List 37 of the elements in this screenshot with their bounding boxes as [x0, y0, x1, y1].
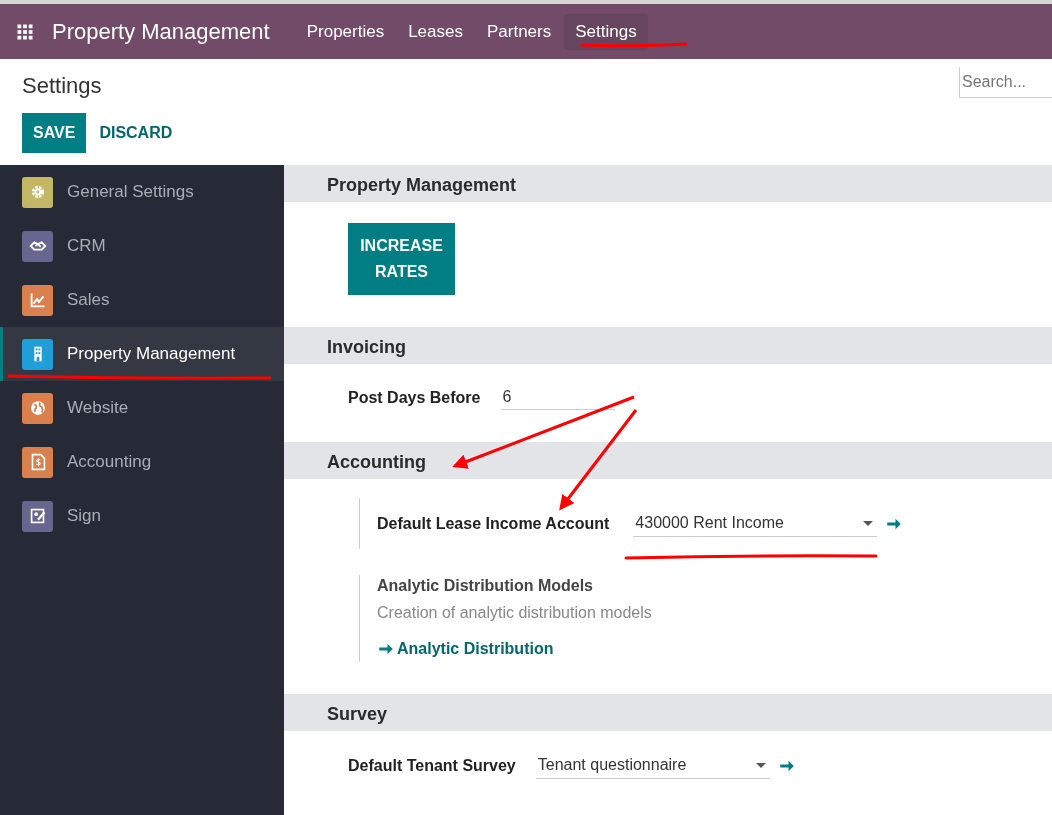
menu-item[interactable]: Properties — [295, 21, 396, 42]
sidebar-label: CRM — [67, 236, 106, 256]
section-header: Accounting — [284, 442, 1052, 479]
save-button[interactable]: SAVE — [22, 113, 87, 153]
sidebar-item[interactable]: Sign — [0, 489, 284, 543]
page-title: Settings — [22, 73, 103, 100]
section-header: Invoicing — [284, 327, 1052, 364]
app-name[interactable]: Property Management — [52, 18, 270, 45]
analytic-distribution-link[interactable]: Analytic Distribution — [377, 640, 554, 658]
dropdown-field[interactable]: 430000 Rent Income — [633, 510, 878, 537]
section-header: Survey — [284, 694, 1052, 731]
sidebar-item[interactable]: CRM — [0, 219, 284, 273]
setting-description: Creation of analytic distribution models — [377, 604, 652, 622]
sidebar-label: Sales — [67, 290, 110, 310]
setting-label: Default Lease Income Account — [377, 514, 610, 533]
sidebar-item[interactable]: Sales — [0, 273, 284, 327]
sidebar-item[interactable]: General Settings — [0, 165, 284, 219]
sidebar-label: General Settings — [67, 182, 194, 202]
setting-label: Post Days Before — [348, 388, 481, 407]
sidebar-item[interactable]: Property Management — [0, 327, 284, 381]
dropdown-field[interactable]: Tenant questionnaire — [535, 752, 770, 779]
menu-item[interactable]: Leases — [397, 21, 474, 42]
sidebar-item[interactable]: Website — [0, 381, 284, 435]
increase-rates-button[interactable]: INCREASE RATES — [348, 223, 455, 295]
discard-button[interactable]: DISCARD — [86, 113, 186, 153]
sidebar-label: Website — [67, 398, 129, 418]
sidebar-label: Property Management — [67, 344, 236, 364]
setting-label: Default Tenant Survey — [348, 756, 516, 775]
menu-item[interactable]: Partners — [476, 21, 563, 42]
setting-title: Analytic Distribution Models — [377, 577, 593, 595]
sidebar-label: Accounting — [67, 452, 152, 472]
sidebar-item[interactable]: Accounting — [0, 435, 284, 489]
section-header: Property Management — [284, 165, 1052, 202]
menu-item[interactable]: Settings — [564, 13, 648, 50]
search-field[interactable]: Search... — [959, 67, 1052, 98]
app-menu-icon[interactable] — [16, 22, 34, 41]
sidebar-label: Sign — [67, 506, 102, 526]
